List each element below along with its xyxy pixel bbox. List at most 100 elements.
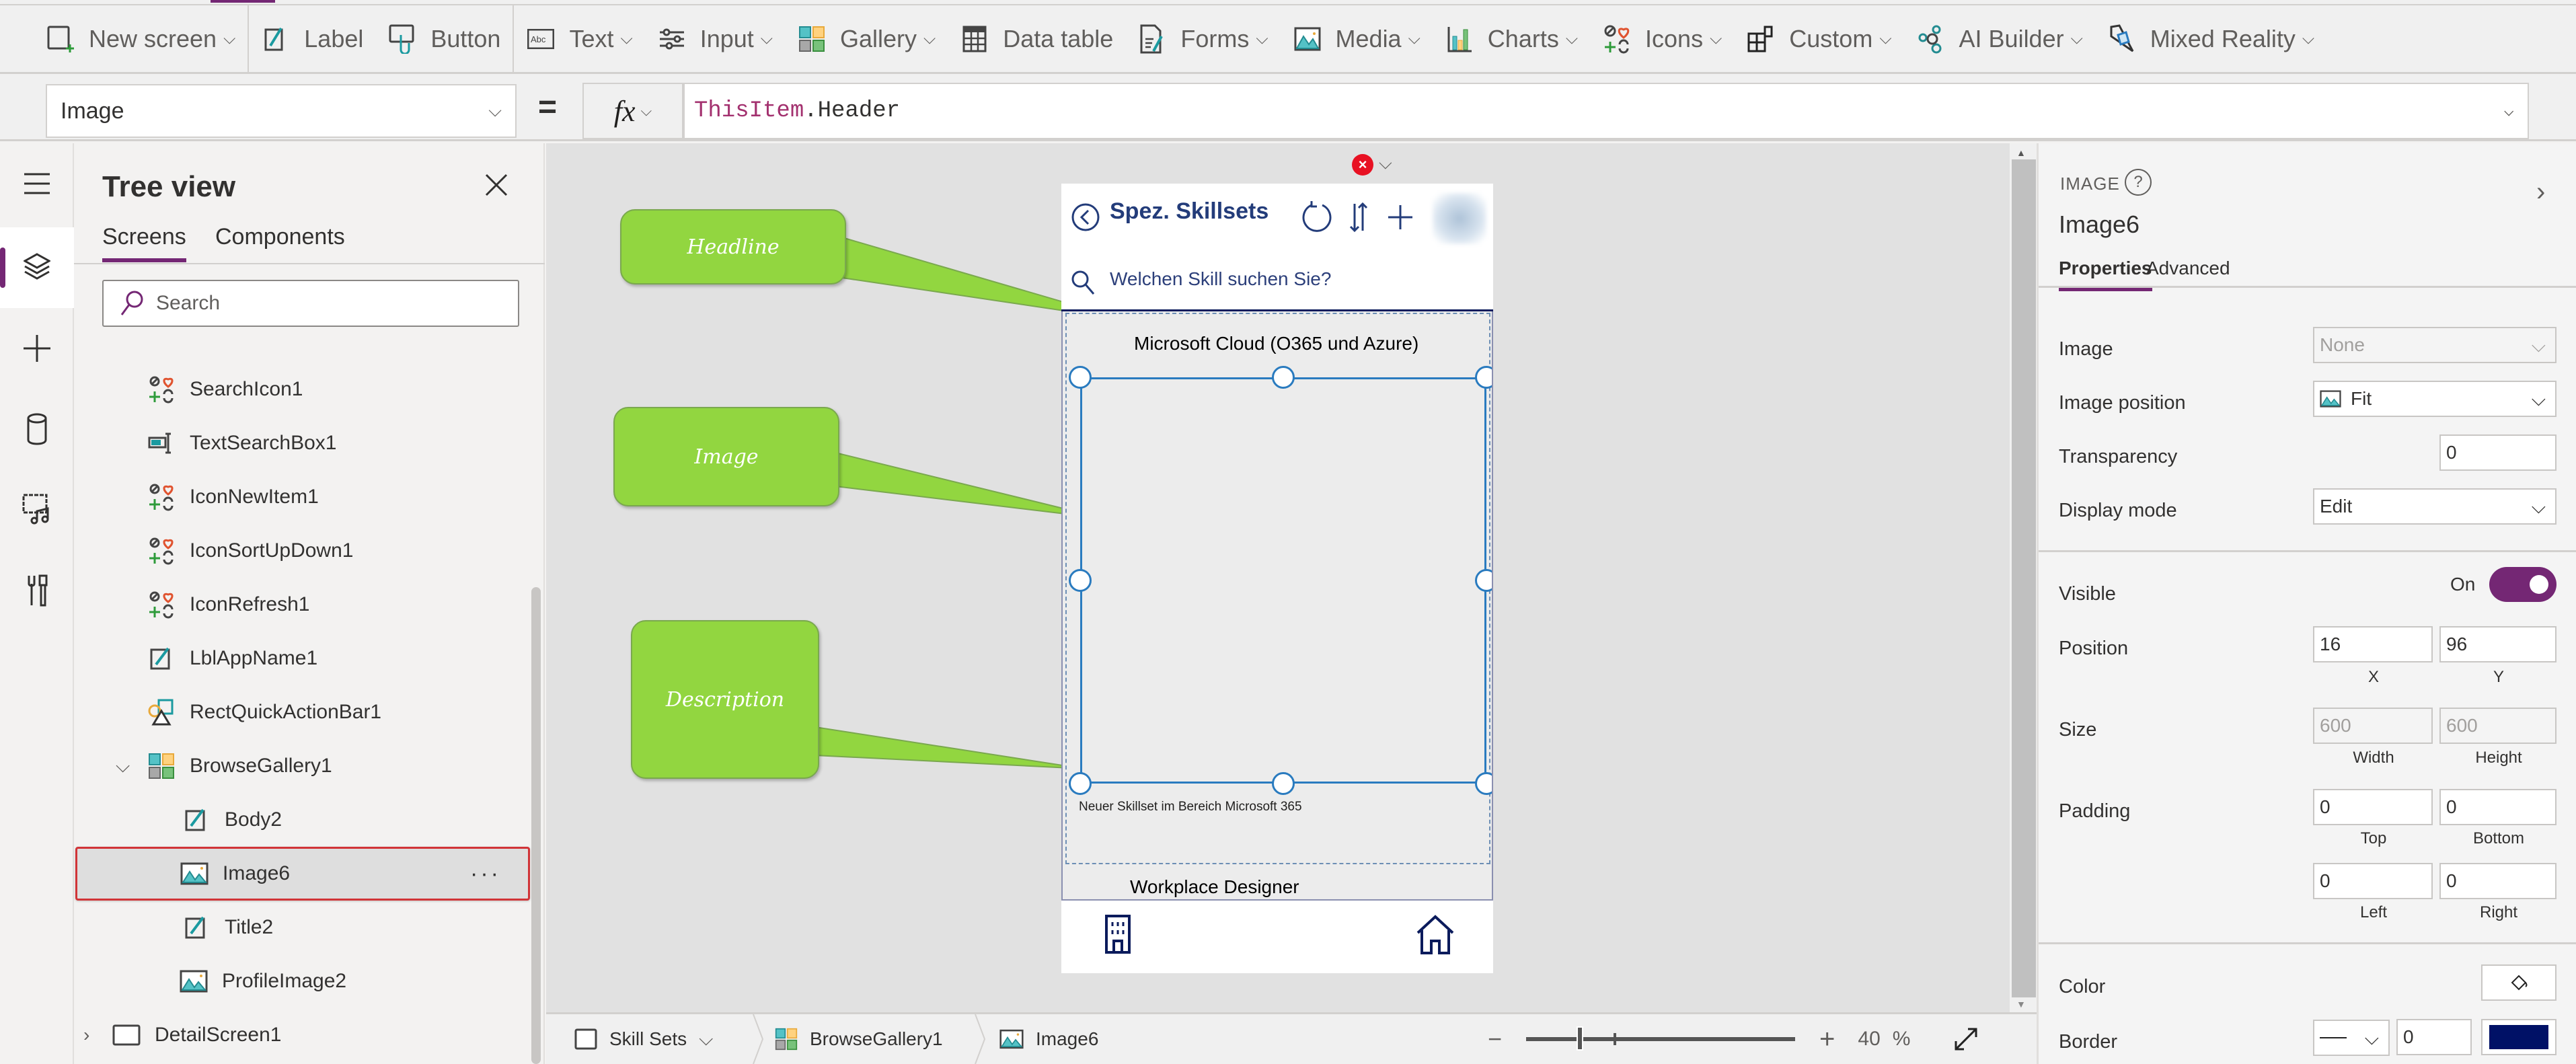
- add-icon[interactable]: [1387, 204, 1414, 231]
- sort-up-down-icon[interactable]: [1349, 201, 1368, 233]
- scrollbar-thumb[interactable]: [2012, 159, 2036, 997]
- browse-gallery[interactable]: Microsoft Cloud (O365 und Azure) Neuer S…: [1061, 311, 1493, 901]
- color-picker-button[interactable]: [2481, 964, 2556, 1001]
- border-color-button[interactable]: [2481, 1019, 2556, 1055]
- breadcrumb-gallery[interactable]: BrowseGallery1: [775, 1014, 943, 1064]
- padding-left-input[interactable]: 0: [2313, 863, 2433, 899]
- tree-item[interactable]: IconNewItem1: [74, 470, 531, 524]
- data-button[interactable]: [0, 389, 74, 469]
- tab-screens[interactable]: Screens: [102, 224, 186, 262]
- tree-item[interactable]: Title2: [74, 901, 531, 954]
- button-button[interactable]: Button: [375, 5, 513, 72]
- label-button[interactable]: Label: [249, 5, 375, 72]
- building-icon[interactable]: [1104, 914, 1131, 954]
- text-menu-button[interactable]: Abc Text ⌵: [514, 5, 644, 72]
- gallery-item-template[interactable]: Microsoft Cloud (O365 und Azure) Neuer S…: [1065, 313, 1492, 864]
- fit-to-window-icon[interactable]: [1953, 1026, 1979, 1052]
- tree-item[interactable]: TextSearchBox1: [74, 416, 531, 470]
- custom-menu-button[interactable]: Custom ⌵: [1734, 5, 1903, 72]
- resize-handle[interactable]: [1475, 366, 1492, 389]
- media-menu-button[interactable]: Media ⌵: [1281, 5, 1433, 72]
- zoom-out-button[interactable]: −: [1488, 1025, 1502, 1053]
- scroll-up-arrow[interactable]: ▲: [2016, 147, 2026, 158]
- profile-avatar[interactable]: [1433, 193, 1486, 244]
- refresh-icon[interactable]: [1302, 200, 1334, 235]
- tree-search-input[interactable]: Search: [102, 280, 519, 327]
- position-x-input[interactable]: 16: [2313, 626, 2433, 662]
- gallery-item-title[interactable]: Workplace Designer: [1130, 876, 1299, 898]
- chevron-right-icon[interactable]: ›: [2536, 177, 2545, 207]
- canvas-vertical-scrollbar[interactable]: ▲ ▼: [2010, 143, 2037, 1012]
- gallery-menu-button[interactable]: Gallery ⌵: [785, 5, 948, 72]
- help-icon[interactable]: ?: [2125, 169, 2152, 196]
- tree-item[interactable]: Body2: [74, 793, 531, 847]
- tab-properties[interactable]: Properties: [2059, 258, 2152, 291]
- visible-toggle[interactable]: [2489, 567, 2556, 602]
- tree-item[interactable]: ProfileImage2: [74, 954, 531, 1008]
- resize-handle[interactable]: [1069, 772, 1092, 795]
- tree-item-selected[interactable]: Image6 ···: [75, 847, 530, 901]
- tree-item[interactable]: RectQuickActionBar1: [74, 685, 531, 739]
- tree-item[interactable]: IconRefresh1: [74, 578, 531, 632]
- tree-item[interactable]: IconSortUpDown1: [74, 524, 531, 578]
- more-options-button[interactable]: ···: [470, 861, 501, 887]
- padding-top-input[interactable]: 0: [2313, 789, 2433, 825]
- property-dropdown[interactable]: Image ⌵: [46, 84, 517, 138]
- ai-builder-menu-button[interactable]: AI Builder ⌵: [1904, 5, 2095, 72]
- input-menu-button[interactable]: Input ⌵: [645, 5, 785, 72]
- new-screen-button[interactable]: New screen ⌵: [34, 5, 248, 72]
- tree-scrollbar[interactable]: [531, 587, 541, 1064]
- size-width-input[interactable]: 600: [2313, 708, 2433, 744]
- zoom-thumb[interactable]: [1577, 1026, 1584, 1051]
- insert-button[interactable]: [0, 308, 74, 389]
- close-button[interactable]: [484, 173, 511, 200]
- resize-handle[interactable]: [1272, 366, 1295, 389]
- tab-advanced[interactable]: Advanced: [2146, 258, 2230, 279]
- chevron-down-icon[interactable]: ⌵: [116, 755, 130, 777]
- image-dropdown[interactable]: None ⌵: [2313, 327, 2556, 363]
- advanced-tools-button[interactable]: [0, 550, 74, 631]
- selected-image-control[interactable]: [1080, 377, 1486, 784]
- border-style-dropdown[interactable]: ⌵: [2313, 1020, 2390, 1056]
- expand-formula-icon[interactable]: ⌵: [2503, 100, 2514, 121]
- position-y-input[interactable]: 96: [2439, 626, 2556, 662]
- function-button[interactable]: fx ⌵: [582, 83, 683, 139]
- home-icon[interactable]: [1415, 914, 1455, 954]
- app-search-box[interactable]: Welchen Skill suchen Sie?: [1061, 251, 1493, 311]
- charts-menu-button[interactable]: Charts ⌵: [1433, 5, 1590, 72]
- back-icon[interactable]: [1071, 202, 1100, 232]
- menu-button[interactable]: [0, 143, 74, 224]
- gallery-item-title[interactable]: Microsoft Cloud (O365 und Azure): [1134, 333, 1418, 354]
- forms-menu-button[interactable]: Forms ⌵: [1125, 5, 1280, 72]
- breadcrumb-screen[interactable]: Skill Sets ⌵: [574, 1014, 713, 1064]
- padding-right-input[interactable]: 0: [2439, 863, 2556, 899]
- media-button[interactable]: [0, 469, 74, 550]
- tree-item-gallery[interactable]: ⌵ BrowseGallery1: [74, 739, 531, 793]
- chevron-right-icon[interactable]: ›: [83, 1024, 89, 1046]
- scroll-down-arrow[interactable]: ▼: [2016, 999, 2026, 1010]
- icons-menu-button[interactable]: Icons ⌵: [1590, 5, 1734, 72]
- tree-view-button[interactable]: [0, 227, 74, 308]
- zoom-slider[interactable]: [1526, 1026, 1796, 1051]
- formula-input[interactable]: ThisItem .Header ⌵: [683, 83, 2529, 139]
- gallery-item-description[interactable]: Neuer Skillset im Bereich Microsoft 365: [1079, 800, 1302, 814]
- resize-handle[interactable]: [1069, 366, 1092, 389]
- transparency-input[interactable]: 0: [2439, 434, 2556, 471]
- border-width-input[interactable]: 0: [2396, 1019, 2472, 1055]
- image-position-dropdown[interactable]: Fit ⌵: [2313, 381, 2556, 417]
- resize-handle[interactable]: [1475, 569, 1492, 592]
- tree-item[interactable]: SearchIcon1: [74, 363, 531, 416]
- tab-components[interactable]: Components: [215, 224, 345, 250]
- display-mode-dropdown[interactable]: Edit ⌵: [2313, 488, 2556, 525]
- resize-handle[interactable]: [1272, 772, 1295, 795]
- tree-item-screen[interactable]: › DetailScreen1: [74, 1008, 531, 1062]
- data-table-button[interactable]: Data table: [948, 5, 1125, 72]
- resize-handle[interactable]: [1069, 569, 1092, 592]
- size-height-input[interactable]: 600: [2439, 708, 2556, 744]
- tree-item[interactable]: LblAppName1: [74, 632, 531, 685]
- zoom-in-button[interactable]: +: [1819, 1024, 1835, 1055]
- mixed-reality-menu-button[interactable]: Mixed Reality ⌵: [2095, 5, 2326, 72]
- control-name[interactable]: Image6: [2059, 211, 2139, 239]
- padding-bottom-input[interactable]: 0: [2439, 789, 2556, 825]
- resize-handle[interactable]: [1475, 772, 1492, 795]
